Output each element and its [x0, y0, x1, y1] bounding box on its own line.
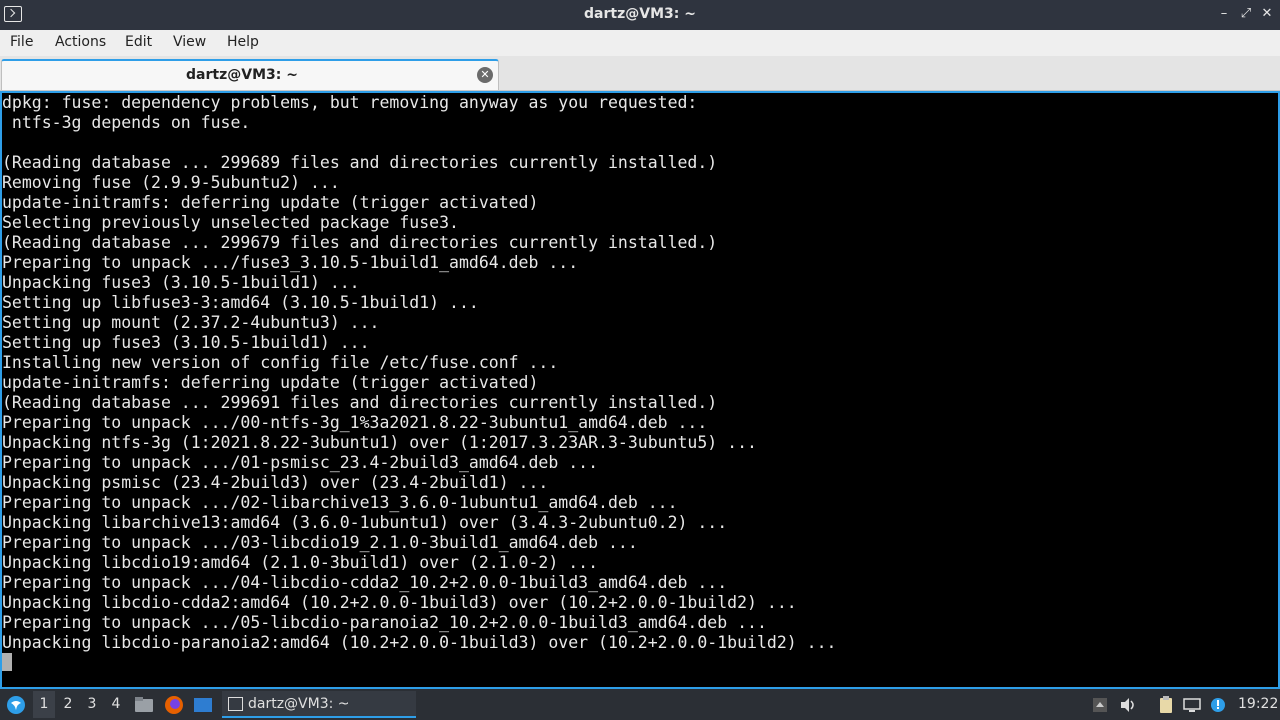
terminal-line: Unpacking ntfs-3g (1:2021.8.22-3ubuntu1)…: [2, 433, 757, 452]
terminal-line: Setting up mount (2.37.2-4ubuntu3) ...: [2, 313, 380, 332]
workspace-4[interactable]: 4: [105, 696, 127, 712]
expand-tray-icon[interactable]: [1090, 695, 1110, 715]
maximize-button[interactable]: ⤢: [1238, 6, 1254, 22]
taskbar-terminal-button[interactable]: dartz@VM3: ~: [222, 691, 416, 718]
minimize-button[interactable]: –: [1216, 6, 1232, 22]
menu-edit[interactable]: Edit: [125, 34, 152, 50]
terminal-line: Preparing to unpack .../00-ntfs-3g_1%3a2…: [2, 413, 708, 432]
terminal-line: Unpacking psmisc (23.4-2build3) over (23…: [2, 473, 549, 492]
terminal-line: Unpacking fuse3 (3.10.5-1build1) ...: [2, 273, 360, 292]
terminal-line: Removing fuse (2.9.9-5ubuntu2) ...: [2, 173, 340, 192]
terminal-line: (Reading database ... 299679 files and d…: [2, 233, 718, 252]
taskbar-task-label: dartz@VM3: ~: [248, 696, 350, 712]
window-title: dartz@VM3: ~: [584, 6, 696, 22]
terminal-line: Unpacking libarchive13:amd64 (3.6.0-1ubu…: [2, 513, 728, 532]
clipboard-icon[interactable]: [1156, 695, 1176, 715]
taskbar: 1 2 3 4 dartz@VM3: ~ 19:22: [0, 689, 1280, 720]
terminal-line: Unpacking libcdio19:amd64 (2.1.0-3build1…: [2, 553, 599, 572]
volume-icon[interactable]: [1118, 695, 1138, 715]
terminal-line: Preparing to unpack .../04-libcdio-cdda2…: [2, 573, 728, 592]
tab-bar: dartz@VM3: ~ ✕: [0, 56, 1280, 91]
menu-actions[interactable]: Actions: [55, 34, 106, 50]
clock[interactable]: 19:22: [1238, 696, 1278, 712]
terminal-line: Preparing to unpack .../05-libcdio-paran…: [2, 613, 767, 632]
terminal-line: update-initramfs: deferring update (trig…: [2, 373, 539, 392]
terminal-output[interactable]: dpkg: fuse: dependency problems, but rem…: [0, 91, 1280, 689]
terminal-line: Preparing to unpack .../03-libcdio19_2.1…: [2, 533, 638, 552]
terminal-line: (Reading database ... 299691 files and d…: [2, 393, 718, 412]
tab-close-icon[interactable]: ✕: [477, 67, 493, 83]
network-icon[interactable]: [1182, 695, 1202, 715]
terminal-lines: dpkg: fuse: dependency problems, but rem…: [2, 93, 836, 653]
terminal-line: (Reading database ... 299689 files and d…: [2, 153, 718, 172]
menu-view[interactable]: View: [173, 34, 206, 50]
start-menu-icon[interactable]: [6, 695, 26, 715]
terminal-line: Installing new version of config file /e…: [2, 353, 559, 372]
file-manager-icon[interactable]: [134, 695, 154, 715]
terminal-cursor: [2, 653, 12, 671]
terminal-line: dpkg: fuse: dependency problems, but rem…: [2, 93, 698, 112]
menu-bar: File Actions Edit View Help: [0, 30, 1280, 56]
terminal-line: Preparing to unpack .../fuse3_3.10.5-1bu…: [2, 253, 579, 272]
terminal-line: Setting up fuse3 (3.10.5-1build1) ...: [2, 333, 370, 352]
terminal-line: ntfs-3g depends on fuse.: [2, 113, 251, 132]
tab-label: dartz@VM3: ~: [186, 67, 298, 83]
terminal-line: Unpacking libcdio-cdda2:amd64 (10.2+2.0.…: [2, 593, 797, 612]
terminal-line: Unpacking libcdio-paranoia2:amd64 (10.2+…: [2, 633, 837, 652]
terminal-line: Preparing to unpack .../01-psmisc_23.4-2…: [2, 453, 599, 472]
show-desktop-icon[interactable]: [193, 695, 213, 715]
terminal-line: Preparing to unpack .../02-libarchive13_…: [2, 493, 678, 512]
terminal-line: update-initramfs: deferring update (trig…: [2, 193, 539, 212]
terminal-line: Selecting previously unselected package …: [2, 213, 459, 232]
workspace-2[interactable]: 2: [57, 696, 79, 712]
workspace-3[interactable]: 3: [81, 696, 103, 712]
update-notifier-icon[interactable]: [1208, 695, 1228, 715]
menu-help[interactable]: Help: [227, 34, 259, 50]
firefox-icon[interactable]: [164, 695, 184, 715]
window-titlebar[interactable]: dartz@VM3: ~ – ⤢ ✕: [0, 0, 1280, 30]
terminal-line: Setting up libfuse3-3:amd64 (3.10.5-1bui…: [2, 293, 479, 312]
terminal-task-icon: [228, 697, 243, 711]
menu-file[interactable]: File: [10, 34, 33, 50]
workspace-1[interactable]: 1: [33, 691, 55, 718]
close-window-button[interactable]: ✕: [1259, 6, 1275, 22]
terminal-tab[interactable]: dartz@VM3: ~ ✕: [1, 59, 499, 90]
